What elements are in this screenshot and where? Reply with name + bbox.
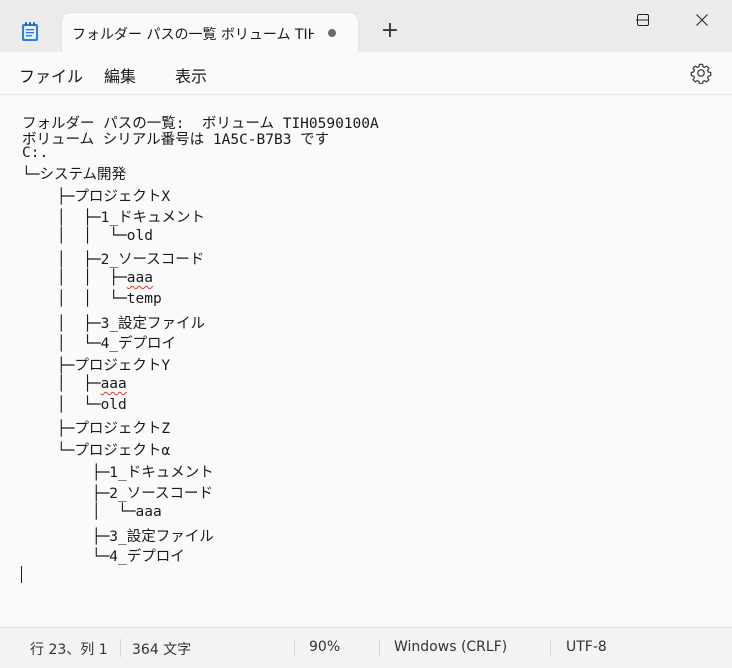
close-icon [696,14,708,26]
character-count: 364 文字 [132,642,192,658]
text-line: ├─プロジェクトZ [22,421,171,437]
text-line: │ ├─2_ソースコード [22,252,205,268]
text-line: │ │ └─old [22,228,153,244]
cursor-position: 行 23、列 1 [30,642,108,658]
document-tab[interactable]: フォルダー パスの一覧 ボリューム TIH059 [62,13,358,53]
tab-title: フォルダー パスの一覧 ボリューム TIH059 [72,27,314,43]
text-line: ├─プロジェクトX [22,189,171,205]
text-line: │ ├─aaa [22,376,127,397]
text-line: ボリューム シリアル番号は 1A5C-B7B3 です [22,132,330,148]
zoom-level[interactable]: 90% [309,639,340,655]
text-line: └─システム開発 [22,167,127,183]
encoding[interactable]: UTF-8 [566,639,607,655]
title-bar: フォルダー パスの一覧 ボリューム TIH059 + [0,0,732,53]
close-window-button[interactable] [679,6,725,34]
text-editor[interactable]: フォルダー パスの一覧: ボリューム TIH0590100A ボリューム シリア… [0,95,732,626]
text-line: └─プロジェクトα [22,443,171,459]
text-line: ├─3_設定ファイル [22,529,214,545]
status-divider [379,639,380,657]
text-line: │ │ └─temp [22,291,162,307]
notepad-app-icon [21,22,39,42]
text-line: ├─1_ドキュメント [22,465,214,481]
tree-prefix: │ │ ├─ [22,270,127,286]
misspelled-word[interactable]: aaa [101,376,127,392]
text-line: └─4_デプロイ [22,549,185,565]
text-line: │ └─aaa [22,504,162,520]
text-line: ├─プロジェクトY [22,358,171,374]
text-caret [21,566,22,583]
menu-edit[interactable]: 編集 [104,63,136,87]
misspelled-word[interactable]: aaa [127,270,153,286]
menu-bar: ファイル 編集 表示 [0,52,732,95]
new-tab-button[interactable]: + [376,20,404,46]
text-line: │ │ ├─aaa [22,270,153,291]
maximize-icon [637,14,649,26]
gear-icon [690,63,712,85]
unsaved-dot-icon[interactable] [328,29,336,37]
text-line: │ ├─1_ドキュメント [22,210,206,226]
text-line: │ └─old [22,397,127,413]
maximize-button[interactable] [626,6,672,34]
text-line: │ └─4_デプロイ [22,336,177,352]
line-ending[interactable]: Windows (CRLF) [394,639,507,655]
text-line: ├─2_ソースコード [22,486,214,502]
status-bar: 行 23、列 1 364 文字 90% Windows (CRLF) UTF-8 [0,627,732,668]
tree-prefix: │ ├─ [22,376,101,392]
text-line: │ ├─3_設定ファイル [22,316,206,332]
status-divider [550,639,551,657]
status-divider [294,639,295,657]
settings-button[interactable] [690,62,712,85]
menu-view[interactable]: 表示 [175,63,207,87]
menu-file[interactable]: ファイル [19,63,83,87]
status-divider [120,639,121,657]
